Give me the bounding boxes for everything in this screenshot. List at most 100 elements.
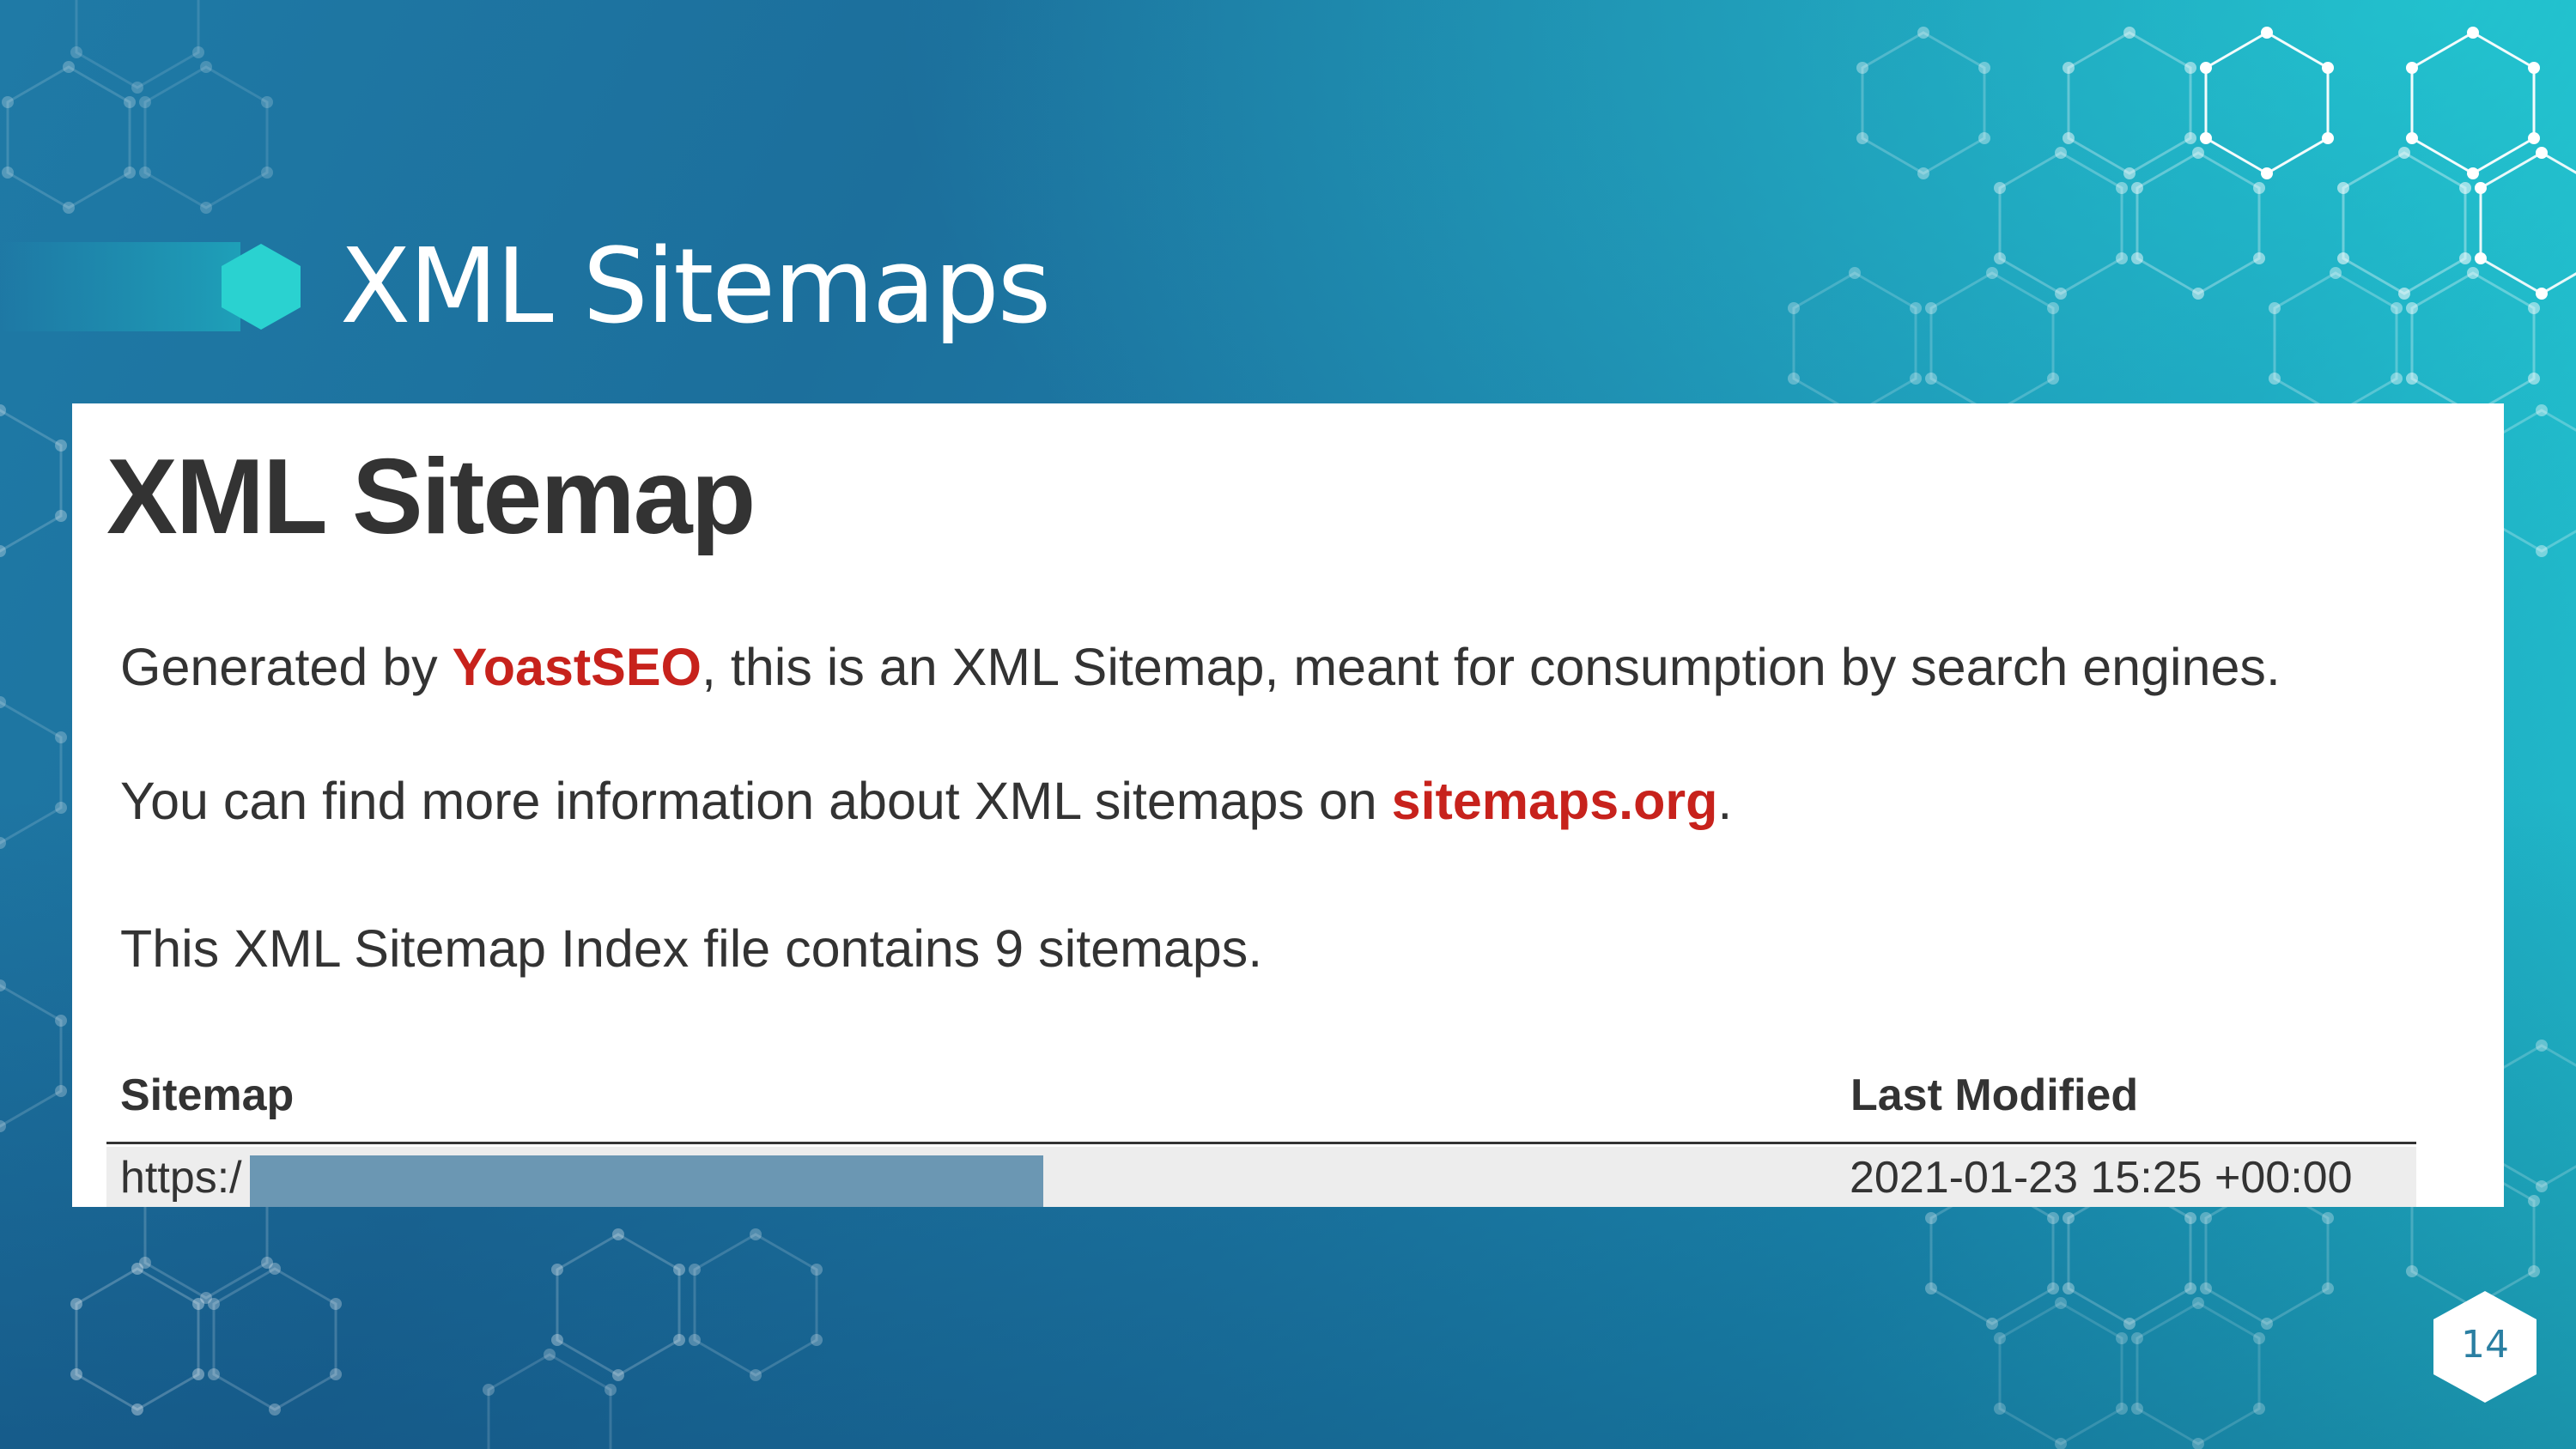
decor-node: [55, 1015, 68, 1027]
decor-hexagon: [75, 1267, 200, 1411]
decor-node: [2055, 288, 2067, 300]
decor-hexagon: [1998, 1301, 2123, 1446]
decor-node: [2192, 288, 2204, 300]
decor-node: [2330, 267, 2342, 279]
decor-hexagon: [1792, 271, 1917, 415]
sitemap-heading: XML Sitemap: [106, 438, 756, 556]
decor-node: [138, 167, 151, 179]
decor-node: [2536, 1040, 2548, 1052]
decor-node: [2130, 182, 2143, 194]
decor-node: [688, 1264, 701, 1276]
decor-node: [2528, 302, 2541, 314]
decor-node: [2467, 167, 2479, 179]
decor-node: [2467, 27, 2479, 39]
decor-node: [55, 802, 68, 814]
decor-node: [2116, 1403, 2129, 1415]
decor-node: [2199, 62, 2212, 74]
decor-node: [2192, 1438, 2204, 1449]
decor-node: [688, 1334, 701, 1346]
hexagon-icon: [222, 244, 301, 330]
decor-node: [1993, 1403, 2006, 1415]
decor-node: [2184, 1212, 2197, 1224]
decor-node: [55, 440, 68, 452]
decor-node: [2474, 252, 2487, 264]
decor-node: [1787, 373, 1800, 385]
decor-node: [1986, 1318, 1998, 1330]
decor-node: [550, 1264, 563, 1276]
decor-node: [2192, 1297, 2204, 1309]
decor-node: [750, 1228, 762, 1240]
decor-node: [2391, 373, 2403, 385]
column-header-last-modified: Last Modified: [1850, 1070, 2139, 1120]
decor-node: [2322, 1282, 2335, 1294]
decor-node: [1856, 62, 1868, 74]
decor-node: [261, 96, 274, 108]
decor-node: [2268, 373, 2281, 385]
decor-node: [2398, 288, 2410, 300]
decor-node: [750, 1369, 762, 1381]
decor-node: [2184, 1282, 2197, 1294]
decor-node: [2528, 373, 2541, 385]
decor-node: [1924, 302, 1937, 314]
decor-node: [605, 1384, 617, 1396]
decor-node: [2405, 1265, 2418, 1277]
decor-node: [2055, 1438, 2067, 1449]
decor-node: [261, 1257, 274, 1269]
decor-node: [2322, 1212, 2335, 1224]
decor-node: [2130, 1332, 2143, 1344]
decor-node: [2261, 27, 2273, 39]
decor-node: [1924, 1212, 1937, 1224]
decor-hexagon: [75, 0, 200, 89]
decor-node: [124, 167, 137, 179]
sitemaps-org-link[interactable]: sitemaps.org: [1392, 772, 1718, 830]
decor-node: [2253, 252, 2266, 264]
decor-node: [811, 1334, 823, 1346]
title-accent-bar: [0, 242, 240, 331]
decor-node: [673, 1334, 686, 1346]
page-number: 14: [2461, 1323, 2509, 1367]
sitemap-screenshot: XML Sitemap Generated by YoastSEO, this …: [72, 403, 2504, 1207]
decor-node: [2536, 545, 2548, 557]
decor-hexagon: [1929, 271, 2055, 415]
decor-node: [2528, 62, 2541, 74]
decor-node: [2322, 132, 2335, 144]
decor-node: [2322, 62, 2335, 74]
decor-node: [63, 202, 75, 214]
decor-node: [2405, 132, 2418, 144]
decor-node: [2336, 252, 2349, 264]
decor-node: [2116, 252, 2129, 264]
decor-node: [544, 1349, 556, 1361]
decor-node: [2123, 1318, 2136, 1330]
decor-node: [2062, 62, 2075, 74]
decor-node: [1993, 182, 2006, 194]
decor-node: [2062, 1212, 2075, 1224]
decor-hexagon: [212, 1267, 337, 1411]
decor-node: [1917, 27, 1929, 39]
decor-node: [2536, 288, 2548, 300]
yoastseo-link[interactable]: YoastSEO: [453, 638, 702, 696]
decor-node: [2253, 182, 2266, 194]
decor-node: [1917, 167, 1929, 179]
decor-node: [1, 96, 14, 108]
decor-node: [2047, 1282, 2060, 1294]
sitemap-url-link[interactable]: https:/: [120, 1152, 242, 1203]
decor-node: [612, 1228, 624, 1240]
decor-hexagon: [2273, 271, 2398, 415]
decor-node: [482, 1384, 495, 1396]
decor-node: [2199, 1212, 2212, 1224]
decor-node: [2047, 1212, 2060, 1224]
generated-by-line: Generated by YoastSEO, this is an XML Si…: [120, 637, 2281, 697]
decor-hexagon: [2479, 151, 2576, 295]
decor-node: [1993, 252, 2006, 264]
more-info-period: .: [1717, 772, 1733, 830]
decor-node: [2062, 132, 2075, 144]
decor-node: [2405, 62, 2418, 74]
decor-node: [200, 202, 212, 214]
decor-node: [2467, 267, 2479, 279]
decor-node: [2474, 182, 2487, 194]
decor-node: [261, 167, 274, 179]
decor-node: [70, 46, 82, 58]
decor-node: [2184, 62, 2197, 74]
decor-node: [2398, 147, 2410, 159]
decor-node: [2047, 373, 2060, 385]
